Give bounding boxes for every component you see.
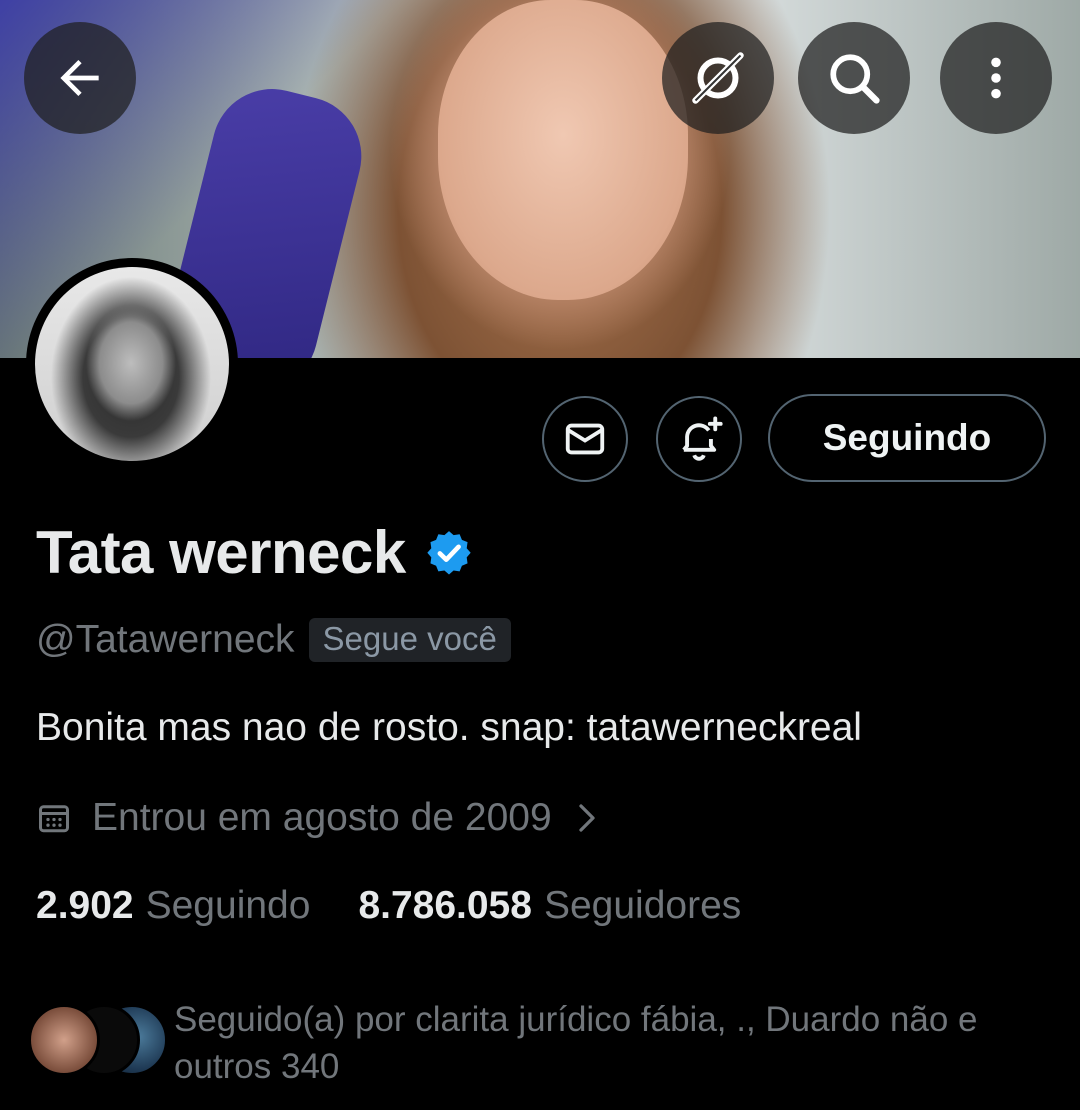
- followers-count: 8.786.058: [358, 884, 532, 927]
- avatar-image: [35, 267, 229, 461]
- more-options-button[interactable]: [940, 22, 1052, 134]
- profile-avatar[interactable]: [26, 258, 238, 470]
- back-button[interactable]: [24, 22, 136, 134]
- profile-name-row: Tata werneck: [36, 518, 474, 587]
- search-button[interactable]: [798, 22, 910, 134]
- followed-by-line-1: Seguido(a) por clarita jurídico fábia, .…: [174, 1000, 978, 1039]
- search-icon: [830, 54, 880, 104]
- following-count: 2.902: [36, 884, 134, 927]
- following-button[interactable]: Seguindo: [768, 394, 1046, 482]
- followed-by-line-2: outros 340: [174, 1047, 340, 1086]
- profile-name: Tata werneck: [36, 519, 406, 586]
- joined-date-row[interactable]: Entrou em agosto de 2009: [36, 796, 600, 840]
- calendar-icon: [39, 805, 69, 833]
- notifications-button[interactable]: [656, 396, 742, 482]
- followers-stat[interactable]: 8.786.058 Seguidores: [358, 884, 741, 928]
- bell-plus-icon: [682, 416, 723, 461]
- grok-button[interactable]: [662, 22, 774, 134]
- follows-you-badge: Segue você: [308, 618, 511, 662]
- verified-badge-icon[interactable]: [424, 528, 474, 578]
- chevron-right-icon: [579, 804, 595, 832]
- message-button[interactable]: [542, 396, 628, 482]
- follow-stats-row: 2.902 Seguindo 8.786.058 Seguidores: [36, 884, 741, 928]
- following-label: Seguindo: [145, 884, 311, 927]
- envelope-icon: [565, 423, 605, 455]
- grok-icon: [692, 52, 744, 104]
- handle-row: @Tatawerneck Segue você: [36, 618, 511, 662]
- profile-bio: Bonita mas nao de rosto. snap: tatawerne…: [36, 706, 862, 749]
- followers-label: Seguidores: [543, 884, 742, 927]
- followed-by-text: Seguido(a) por clarita jurídico fábia, .…: [174, 996, 1074, 1090]
- joined-date-text: Entrou em agosto de 2009: [92, 796, 552, 839]
- arrow-left-icon: [60, 60, 99, 96]
- follower-avatar: [28, 1004, 100, 1076]
- banner-image-face: [438, 0, 688, 300]
- more-vertical-icon: [991, 57, 1001, 99]
- profile-handle: @Tatawerneck: [36, 618, 295, 661]
- following-stat[interactable]: 2.902 Seguindo: [36, 884, 310, 928]
